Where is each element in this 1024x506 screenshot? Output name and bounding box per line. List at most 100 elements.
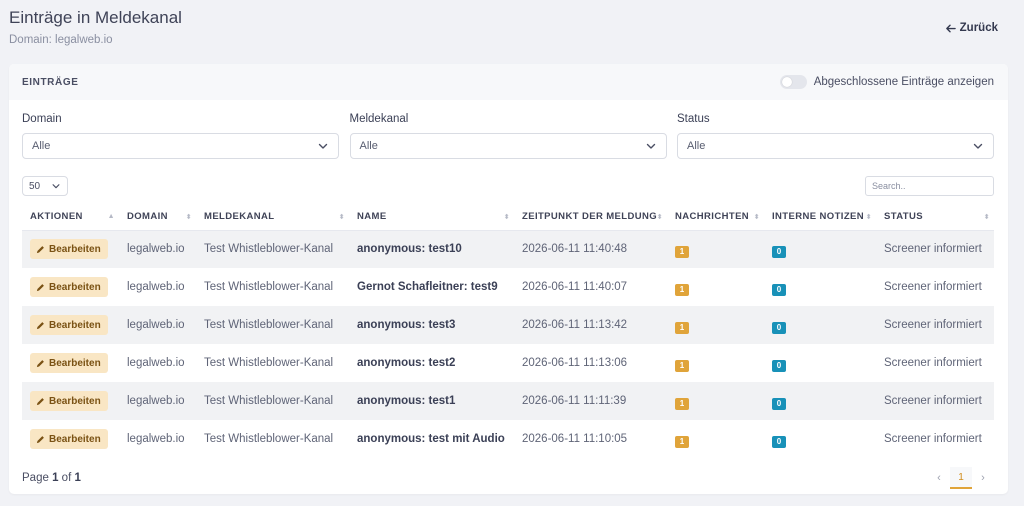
table-row: Bearbeiten legalweb.io Test Whistleblower-… — [22, 344, 994, 382]
chevron-down-icon — [52, 184, 60, 189]
page-size-select[interactable]: 50 — [22, 176, 68, 196]
col-header-zeitpunkt[interactable]: ZEITPUNKT DER MELDUNG ⬍ — [514, 204, 667, 231]
cell-zeitpunkt: 2026-06-11 11:13:06 — [522, 357, 628, 369]
cell-notizen: 0 — [764, 306, 876, 344]
cell-zeitpunkt: 2026-06-11 11:10:05 — [522, 433, 628, 445]
cell-notizen: 0 — [764, 344, 876, 382]
cell-nachrichten: 1 — [667, 306, 764, 344]
page-title: Einträge in Meldekanal — [9, 8, 182, 27]
pencil-icon — [36, 359, 44, 367]
filter-status-select[interactable]: Alle — [677, 133, 994, 159]
notes-badge: 0 — [772, 435, 786, 448]
filter-domain-select[interactable]: Alle — [22, 133, 339, 159]
chevron-left-icon[interactable]: ‹ — [928, 467, 950, 489]
search-input[interactable] — [865, 176, 994, 196]
filter-status-label: Status — [677, 113, 710, 125]
cell-status: Screener informiert — [884, 433, 982, 445]
notes-badge: 0 — [772, 283, 786, 296]
col-header-notizen[interactable]: INTERNE NOTIZEN ⬍ — [764, 204, 876, 231]
table-row: Bearbeiten legalweb.io Test Whistleblower-… — [22, 306, 994, 344]
pencil-icon — [36, 245, 44, 253]
edit-button[interactable]: Bearbeiten — [30, 315, 108, 335]
entries-table: AKTIONEN ▲ DOMAIN ⬍ MELDEKANAL ⬍ NAME ⬍ ZEIT… — [22, 204, 994, 458]
notes-badge: 0 — [772, 245, 786, 258]
cell-meldekanal: Test Whistleblower-Kanal — [196, 382, 349, 420]
cell-aktionen: Bearbeiten — [22, 420, 119, 458]
cell-zeitpunkt: 2026-06-11 11:13:42 — [514, 306, 667, 344]
cell-status: Screener informiert — [876, 382, 994, 420]
table-tools: 50 — [22, 176, 994, 196]
col-header-nachrichten[interactable]: NACHRICHTEN ⬍ — [667, 204, 764, 231]
cell-meldekanal: Test Whistleblower-Kanal — [204, 281, 334, 293]
card-title: EINTRÄGE — [22, 76, 79, 88]
cell-name: anonymous: test mit Audio — [357, 433, 505, 445]
cell-nachrichten: 1 — [667, 382, 764, 420]
cell-name: anonymous: test2 — [357, 357, 456, 369]
back-link-label: Zurück — [959, 22, 998, 34]
page-button-current[interactable]: 1 — [950, 467, 972, 489]
filter-meldekanal-select[interactable]: Alle — [349, 133, 667, 159]
filter-domain: Domain Alle — [22, 113, 339, 159]
chevron-right-icon[interactable]: › — [972, 467, 994, 489]
messages-badge: 1 — [675, 397, 689, 410]
page-subtitle: Domain: legalweb.io — [9, 34, 113, 46]
pagination: ‹ 1 › — [928, 467, 994, 489]
cell-domain: legalweb.io — [127, 281, 185, 293]
cell-status: Screener informiert — [884, 281, 982, 293]
edit-button[interactable]: Bearbeiten — [30, 429, 108, 449]
entries-card: EINTRÄGE Abgeschlossene Einträge anzeige… — [9, 64, 1008, 494]
edit-button[interactable]: Bearbeiten — [30, 353, 108, 373]
cell-notizen: 0 — [764, 230, 876, 268]
edit-button[interactable]: Bearbeiten — [30, 239, 108, 260]
col-header-meldekanal[interactable]: MELDEKANAL ⬍ — [196, 204, 349, 231]
cell-name: Gernot Schafleitner: test9 — [357, 281, 498, 293]
cell-zeitpunkt: 2026-06-11 11:40:48 — [514, 230, 667, 268]
cell-domain: legalweb.io — [119, 306, 196, 344]
show-closed-toggle-wrap: Abgeschlossene Einträge anzeigen — [779, 75, 994, 89]
col-header-aktionen[interactable]: AKTIONEN ▲ — [22, 204, 119, 231]
cell-zeitpunkt: 2026-06-11 11:11:39 — [514, 382, 667, 420]
cell-nachrichten: 1 — [667, 268, 764, 306]
cell-meldekanal: Test Whistleblower-Kanal — [196, 306, 349, 344]
sort-icon: ⬍ — [503, 214, 510, 221]
filter-meldekanal-value: Alle — [359, 140, 378, 152]
back-link[interactable]: Zurück — [945, 22, 998, 34]
sort-icon: ⬍ — [983, 214, 990, 221]
messages-badge: 1 — [675, 321, 689, 334]
sort-icon: ▲ — [107, 213, 115, 220]
edit-button[interactable]: Bearbeiten — [30, 277, 108, 297]
col-header-name[interactable]: NAME ⬍ — [349, 204, 514, 231]
page-size-value: 50 — [29, 180, 41, 192]
show-closed-label[interactable]: Abgeschlossene Einträge anzeigen — [814, 76, 994, 88]
cell-name: anonymous: test10 — [349, 230, 514, 268]
chevron-down-icon — [646, 143, 655, 149]
table-row: Bearbeiten legalweb.io Test Whistleblower-… — [22, 382, 994, 420]
edit-button-label: Bearbeiten — [49, 433, 101, 445]
cell-aktionen: Bearbeiten — [22, 268, 119, 306]
col-header-domain[interactable]: DOMAIN ⬍ — [119, 204, 196, 231]
pencil-icon — [36, 397, 44, 405]
notes-badge: 0 — [772, 359, 786, 372]
card-footer: Page 1 of 1 ‹ 1 › — [9, 462, 1008, 494]
edit-button-label: Bearbeiten — [49, 395, 101, 407]
messages-badge: 1 — [675, 359, 689, 372]
cell-meldekanal: Test Whistleblower-Kanal — [204, 357, 334, 369]
filters: Domain Alle Meldekanal Alle Status Alle — [22, 113, 994, 159]
notes-badge: 0 — [772, 321, 786, 334]
cell-nachrichten: 1 — [667, 420, 764, 458]
cell-aktionen: Bearbeiten — [22, 344, 119, 382]
messages-badge: 1 — [675, 283, 689, 296]
col-header-status[interactable]: STATUS ⬍ — [876, 204, 994, 231]
cell-zeitpunkt: 2026-06-11 11:40:07 — [522, 281, 628, 293]
filter-meldekanal-label: Meldekanal — [349, 113, 409, 125]
edit-button[interactable]: Bearbeiten — [30, 391, 108, 411]
table-header-row: AKTIONEN ▲ DOMAIN ⬍ MELDEKANAL ⬍ NAME ⬍ ZEIT… — [22, 204, 994, 231]
sort-icon: ⬍ — [338, 214, 345, 221]
show-closed-toggle[interactable] — [779, 75, 807, 89]
cell-name: anonymous: test1 — [349, 382, 514, 420]
cell-domain: legalweb.io — [119, 382, 196, 420]
cell-domain: legalweb.io — [127, 357, 185, 369]
filter-status: Status Alle — [677, 113, 994, 159]
table-row: Bearbeiten legalweb.io Test Whistleblower-… — [22, 268, 994, 306]
messages-badge: 1 — [675, 245, 689, 258]
